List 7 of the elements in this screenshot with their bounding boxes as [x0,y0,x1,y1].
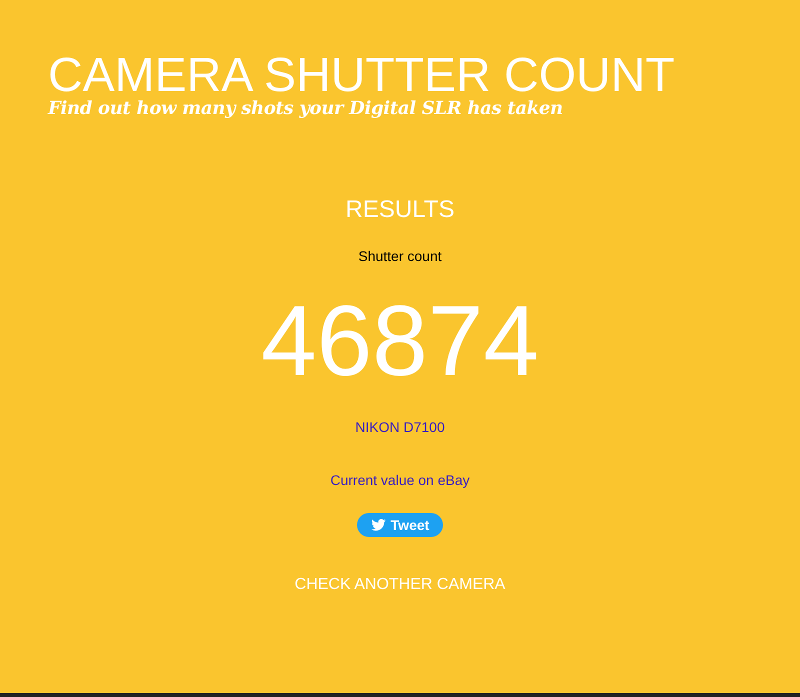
bird-icon [370,519,386,531]
ebay-value-link[interactable]: Current value on eBay [330,470,470,491]
shutter-count-label: Shutter count [358,247,442,266]
results-heading: RESULTS [346,196,454,224]
shutter-count-value: 46874 [260,291,540,391]
page-subtitle: Find out how many shots your Digital SLR has taken [48,98,563,120]
camera-model-link[interactable]: NIKON D7100 [355,417,445,438]
